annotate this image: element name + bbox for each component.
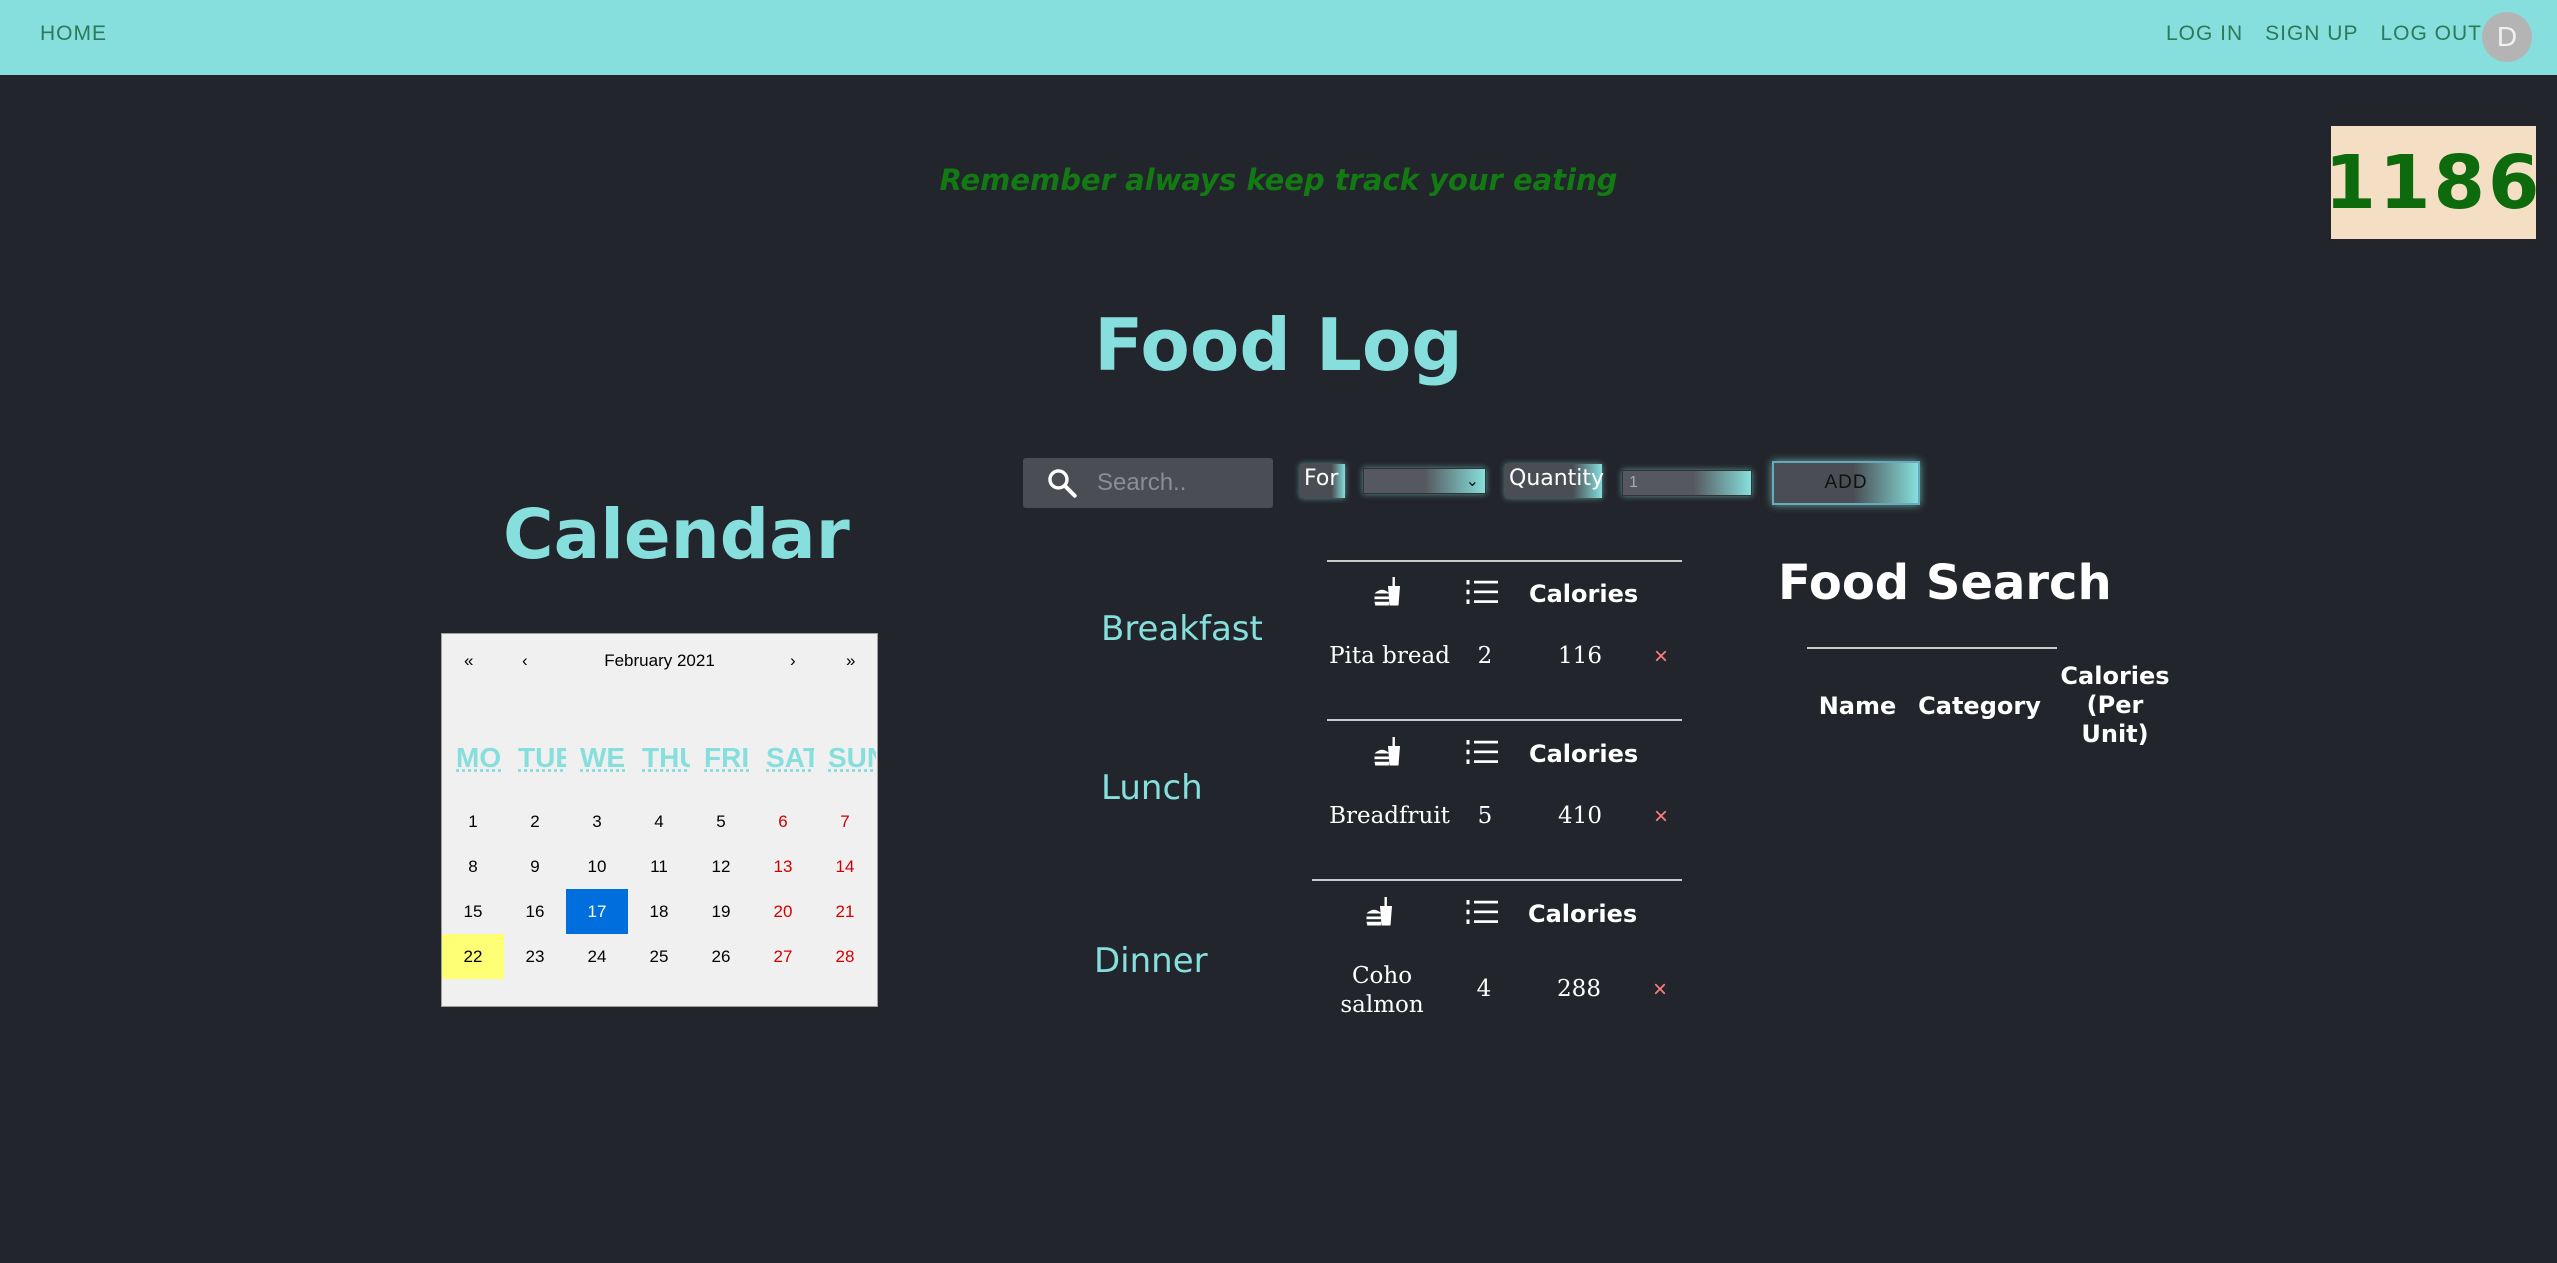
calendar-day[interactable]: 20 xyxy=(752,889,814,934)
calendar-month-label[interactable]: February 2021 xyxy=(442,651,877,671)
divider xyxy=(1807,647,2057,649)
nav-signup-link[interactable]: SIGN UP xyxy=(2265,22,2358,46)
calendar-widget: February 2021 « ‹ › » MO TUE WE THU FRI … xyxy=(441,633,878,1007)
nav-logout-link[interactable]: LOG OUT xyxy=(2380,22,2482,46)
calendar-day[interactable]: 23 xyxy=(504,934,566,979)
calendar-prev-year-button[interactable]: « xyxy=(464,651,473,671)
calendar-day[interactable]: 11 xyxy=(628,844,690,889)
quantity-cell: 5 xyxy=(1477,803,1493,829)
burger-drink-icon xyxy=(1374,737,1400,766)
calories-cell: 116 xyxy=(1558,643,1602,669)
calendar-day-selected[interactable]: 17 xyxy=(566,889,628,934)
meal-label-dinner: Dinner xyxy=(1094,941,1208,981)
calendar-navigation: February 2021 « ‹ › » xyxy=(442,634,877,690)
quantity-cell: 2 xyxy=(1477,643,1493,669)
for-label: For xyxy=(1300,464,1345,498)
search-box[interactable] xyxy=(1023,458,1273,508)
calendar-next-month-button[interactable]: › xyxy=(790,651,796,671)
calendar-day[interactable]: 7 xyxy=(814,799,876,844)
food-search-header-name: Name xyxy=(1818,692,1897,720)
calendar-day[interactable]: 24 xyxy=(566,934,628,979)
burger-drink-icon xyxy=(1366,897,1392,926)
calendar-day[interactable]: 4 xyxy=(628,799,690,844)
calendar-prev-month-button[interactable]: ‹ xyxy=(522,651,528,671)
calorie-total: 1186 xyxy=(2325,126,2539,239)
quantity-cell: 4 xyxy=(1476,976,1492,1002)
burger-drink-icon xyxy=(1374,577,1400,606)
calendar-next-year-button[interactable]: » xyxy=(846,651,855,671)
divider xyxy=(1327,719,1682,721)
calendar-day[interactable]: 8 xyxy=(442,844,504,889)
calories-cell: 410 xyxy=(1558,803,1602,829)
calendar-day-today[interactable]: 22 xyxy=(442,934,504,979)
calendar-day[interactable]: 27 xyxy=(752,934,814,979)
remove-icon[interactable]: × xyxy=(1654,643,1668,671)
weekday-label: TUE xyxy=(518,742,566,773)
numbered-list-icon xyxy=(1466,740,1498,764)
calendar-day[interactable]: 2 xyxy=(504,799,566,844)
calories-cell: 288 xyxy=(1557,976,1601,1002)
calendar-day[interactable]: 1 xyxy=(442,799,504,844)
calories-column-header: Calories xyxy=(1529,740,1639,768)
remove-icon[interactable]: × xyxy=(1653,976,1667,1004)
calendar-title: Calendar xyxy=(503,495,850,575)
calendar-day[interactable]: 10 xyxy=(566,844,628,889)
weekday-label: SUN xyxy=(828,742,876,773)
food-search-header-calories: Calories (Per Unit) xyxy=(2060,662,2170,748)
avatar[interactable]: D xyxy=(2482,12,2532,62)
weekday-label: MO xyxy=(456,742,502,773)
calendar-weekdays: MO TUE WE THU FRI SAT SUN xyxy=(442,742,877,774)
calories-column-header: Calories xyxy=(1528,900,1638,928)
weekday-label: FRI xyxy=(704,742,750,773)
remove-icon[interactable]: × xyxy=(1654,803,1668,831)
calendar-day[interactable]: 28 xyxy=(814,934,876,979)
calendar-day[interactable]: 21 xyxy=(814,889,876,934)
numbered-list-icon xyxy=(1466,580,1498,604)
food-name-cell: Coho salmon xyxy=(1340,963,1424,1018)
weekday-label: THU xyxy=(642,742,690,773)
motto-text: Remember always keep track your eating xyxy=(939,163,1618,197)
nav-home-link[interactable]: HOME xyxy=(40,22,107,46)
calendar-day[interactable]: 15 xyxy=(442,889,504,934)
calendar-days-grid: 1 2 3 4 5 6 7 8 9 10 11 12 13 14 15 16 1… xyxy=(442,799,877,979)
calendar-day[interactable]: 9 xyxy=(504,844,566,889)
nav-login-link[interactable]: LOG IN xyxy=(2166,22,2243,46)
calendar-day[interactable]: 18 xyxy=(628,889,690,934)
calendar-day[interactable]: 12 xyxy=(690,844,752,889)
search-input[interactable] xyxy=(1097,469,1257,497)
divider xyxy=(1312,879,1682,881)
food-search-title: Food Search xyxy=(1778,555,2112,611)
calendar-day[interactable]: 5 xyxy=(690,799,752,844)
top-navbar: HOME LOG IN SIGN UP LOG OUT D xyxy=(0,0,2557,75)
food-name-cell: Pita bread xyxy=(1329,643,1450,669)
divider xyxy=(1327,560,1682,562)
search-icon xyxy=(1048,469,1077,498)
numbered-list-icon xyxy=(1466,900,1498,924)
nav-right-group: LOG IN SIGN UP LOG OUT xyxy=(2166,22,2482,46)
weekday-label: WE xyxy=(580,742,626,773)
calendar-day[interactable]: 14 xyxy=(814,844,876,889)
meal-label-breakfast: Breakfast xyxy=(1101,609,1263,649)
food-name-cell: Breadfruit xyxy=(1329,803,1450,829)
weekday-label: SAT xyxy=(766,742,814,773)
food-search-header-category: Category xyxy=(1918,692,2041,720)
calendar-day[interactable]: 16 xyxy=(504,889,566,934)
page-title: Food Log xyxy=(1094,303,1463,387)
chevron-down-icon: ⌄ xyxy=(1465,473,1479,490)
quantity-input[interactable] xyxy=(1622,470,1752,496)
meal-label-lunch: Lunch xyxy=(1101,768,1203,808)
quantity-label: Quantity xyxy=(1505,464,1604,498)
calendar-day[interactable]: 19 xyxy=(690,889,752,934)
add-button[interactable]: ADD xyxy=(1772,461,1920,505)
calories-column-header: Calories xyxy=(1529,580,1639,608)
calendar-day[interactable]: 25 xyxy=(628,934,690,979)
calendar-day[interactable]: 3 xyxy=(566,799,628,844)
calendar-day[interactable]: 26 xyxy=(690,934,752,979)
calendar-day[interactable]: 6 xyxy=(752,799,814,844)
meal-select[interactable]: ⌄ xyxy=(1363,468,1486,494)
calendar-day[interactable]: 13 xyxy=(752,844,814,889)
